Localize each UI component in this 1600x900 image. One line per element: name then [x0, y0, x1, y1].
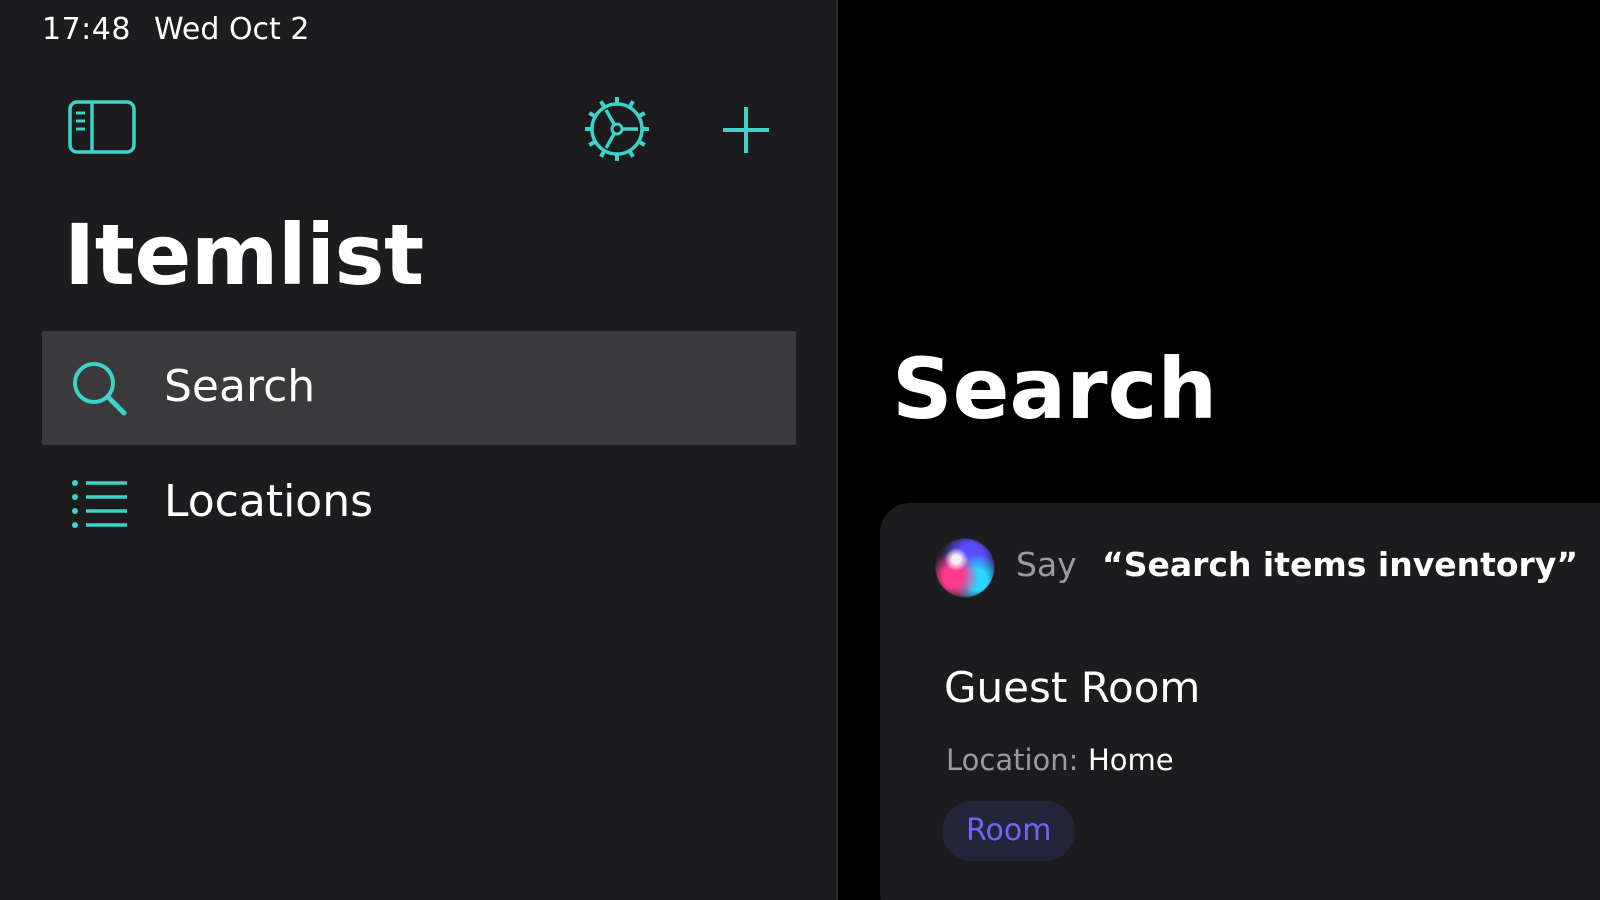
page-title: Search — [892, 340, 1218, 438]
sidebar-item-label: Search — [164, 361, 316, 412]
app-title: Itemlist — [64, 206, 424, 304]
status-time: 17:48 — [42, 12, 131, 47]
gear-icon — [585, 97, 649, 161]
detail-pane: Search Say “Search items inventory” Gues… — [838, 0, 1600, 900]
search-results-card: Say “Search items inventory” Guest Room … — [880, 503, 1600, 900]
location-value: Home — [1088, 743, 1174, 777]
plus-icon — [723, 107, 769, 153]
siri-phrase: “Search items inventory” — [1102, 545, 1579, 584]
settings-button[interactable] — [584, 96, 650, 162]
ipad-screen: 17:48 Wed Oct 2 Itemlist Search Location… — [0, 0, 1600, 900]
item-name: Guest Room — [944, 663, 1201, 712]
sidebar-left-icon — [68, 100, 136, 154]
room-tag-badge: Room — [942, 801, 1076, 861]
siri-suggestion[interactable]: Say “Search items inventory” — [880, 503, 1600, 623]
add-item-button[interactable] — [720, 104, 772, 156]
list-bullet-icon — [72, 480, 127, 528]
sidebar-item-search[interactable]: Search — [42, 331, 796, 445]
siri-icon — [936, 539, 994, 597]
magnifying-glass-icon — [73, 362, 127, 416]
sidebar-item-label: Locations — [164, 476, 374, 527]
sidebar-item-locations[interactable]: Locations — [42, 446, 796, 560]
status-date: Wed Oct 2 — [154, 12, 310, 47]
sidebar-toggle-button[interactable] — [68, 100, 136, 156]
location-label: Location: — [946, 743, 1079, 777]
sidebar: 17:48 Wed Oct 2 Itemlist Search Location… — [0, 0, 838, 900]
siri-say-label: Say — [1016, 545, 1077, 584]
